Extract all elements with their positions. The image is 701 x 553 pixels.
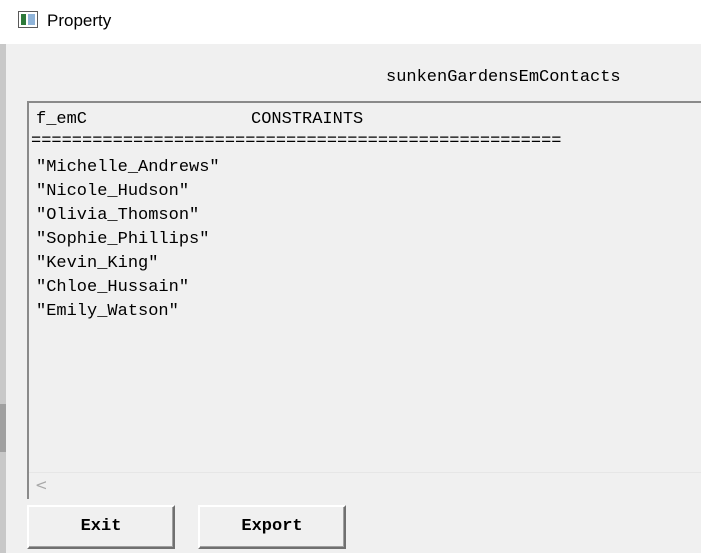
separator-line: ========================================…: [31, 132, 562, 151]
application-window-icon: [18, 11, 38, 28]
title-bar: Property: [0, 0, 701, 44]
list-item: "Emily_Watson": [36, 302, 179, 321]
list-item: "Chloe_Hussain": [36, 278, 190, 297]
scroll-left-arrow-icon[interactable]: <: [35, 476, 48, 494]
window-title: Property: [47, 11, 112, 30]
property-name-label: sunkenGardensEmContacts: [386, 68, 621, 87]
constraints-heading: CONSTRAINTS: [251, 110, 364, 129]
window-left-edge: [0, 44, 6, 553]
list-item: "Olivia_Thomson": [36, 206, 200, 225]
list-item: "Sophie_Phillips": [36, 230, 210, 249]
list-item: "Nicole_Hudson": [36, 182, 190, 201]
field-name: f_emC: [36, 110, 88, 129]
horizontal-scrollbar[interactable]: <: [29, 472, 701, 500]
export-button[interactable]: Export: [198, 505, 346, 549]
list-item: "Kevin_King": [36, 254, 159, 273]
list-item: "Michelle_Andrews": [36, 158, 220, 177]
constraints-text-area[interactable]: f_emC CONSTRAINTS ======================…: [27, 101, 701, 500]
exit-button[interactable]: Exit: [27, 505, 175, 549]
